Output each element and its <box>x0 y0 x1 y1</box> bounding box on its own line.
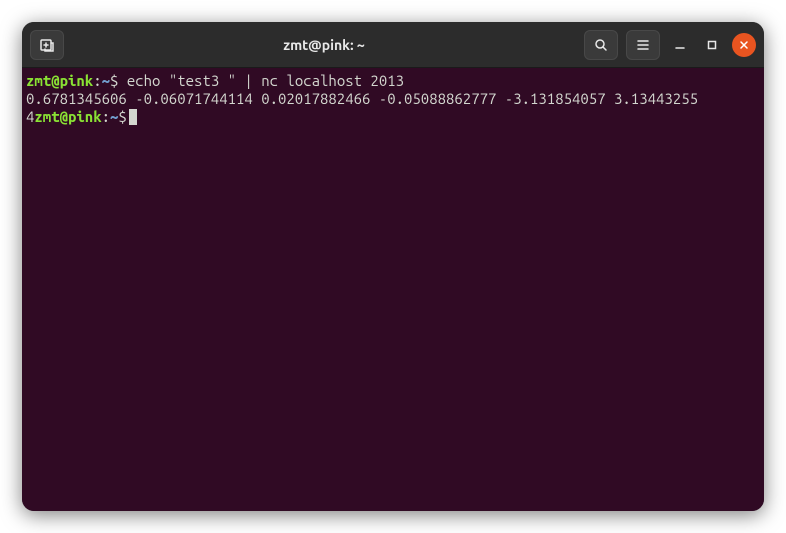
terminal-body[interactable]: zmt@pink:~$ echo "test3 " | nc localhost… <box>22 68 764 511</box>
new-tab-button[interactable] <box>30 30 64 60</box>
cursor <box>129 109 137 125</box>
maximize-icon <box>706 39 718 51</box>
prompt-user: zmt@pink <box>34 108 101 125</box>
titlebar: zmt@pink: ~ <box>22 22 764 68</box>
minimize-icon <box>674 39 686 51</box>
search-button[interactable] <box>584 30 618 60</box>
close-button[interactable] <box>732 33 756 57</box>
titlebar-right <box>584 30 756 60</box>
command-text: echo "test3 " | nc localhost 2013 <box>118 72 404 89</box>
maximize-button[interactable] <box>700 33 724 57</box>
search-icon <box>593 37 609 53</box>
close-icon <box>738 39 750 51</box>
prompt-user: zmt@pink <box>26 72 93 89</box>
menu-button[interactable] <box>626 30 660 60</box>
new-tab-icon <box>39 37 55 53</box>
hamburger-icon <box>635 37 651 53</box>
prompt-path: ~ <box>102 72 110 89</box>
window-title: zmt@pink: ~ <box>72 37 576 53</box>
terminal-line: 4zmt@pink:~$ <box>26 108 137 125</box>
minimize-button[interactable] <box>668 33 692 57</box>
terminal-window: zmt@pink: ~ <box>22 22 764 511</box>
titlebar-left <box>30 30 64 60</box>
prompt-symbol: $ <box>118 108 126 125</box>
prompt-sep: : <box>102 108 110 125</box>
output-line: 0.6781345606 -0.06071744114 0.0201788246… <box>26 90 698 107</box>
terminal-line: zmt@pink:~$ echo "test3 " | nc localhost… <box>26 72 404 89</box>
prompt-sep: : <box>93 72 101 89</box>
